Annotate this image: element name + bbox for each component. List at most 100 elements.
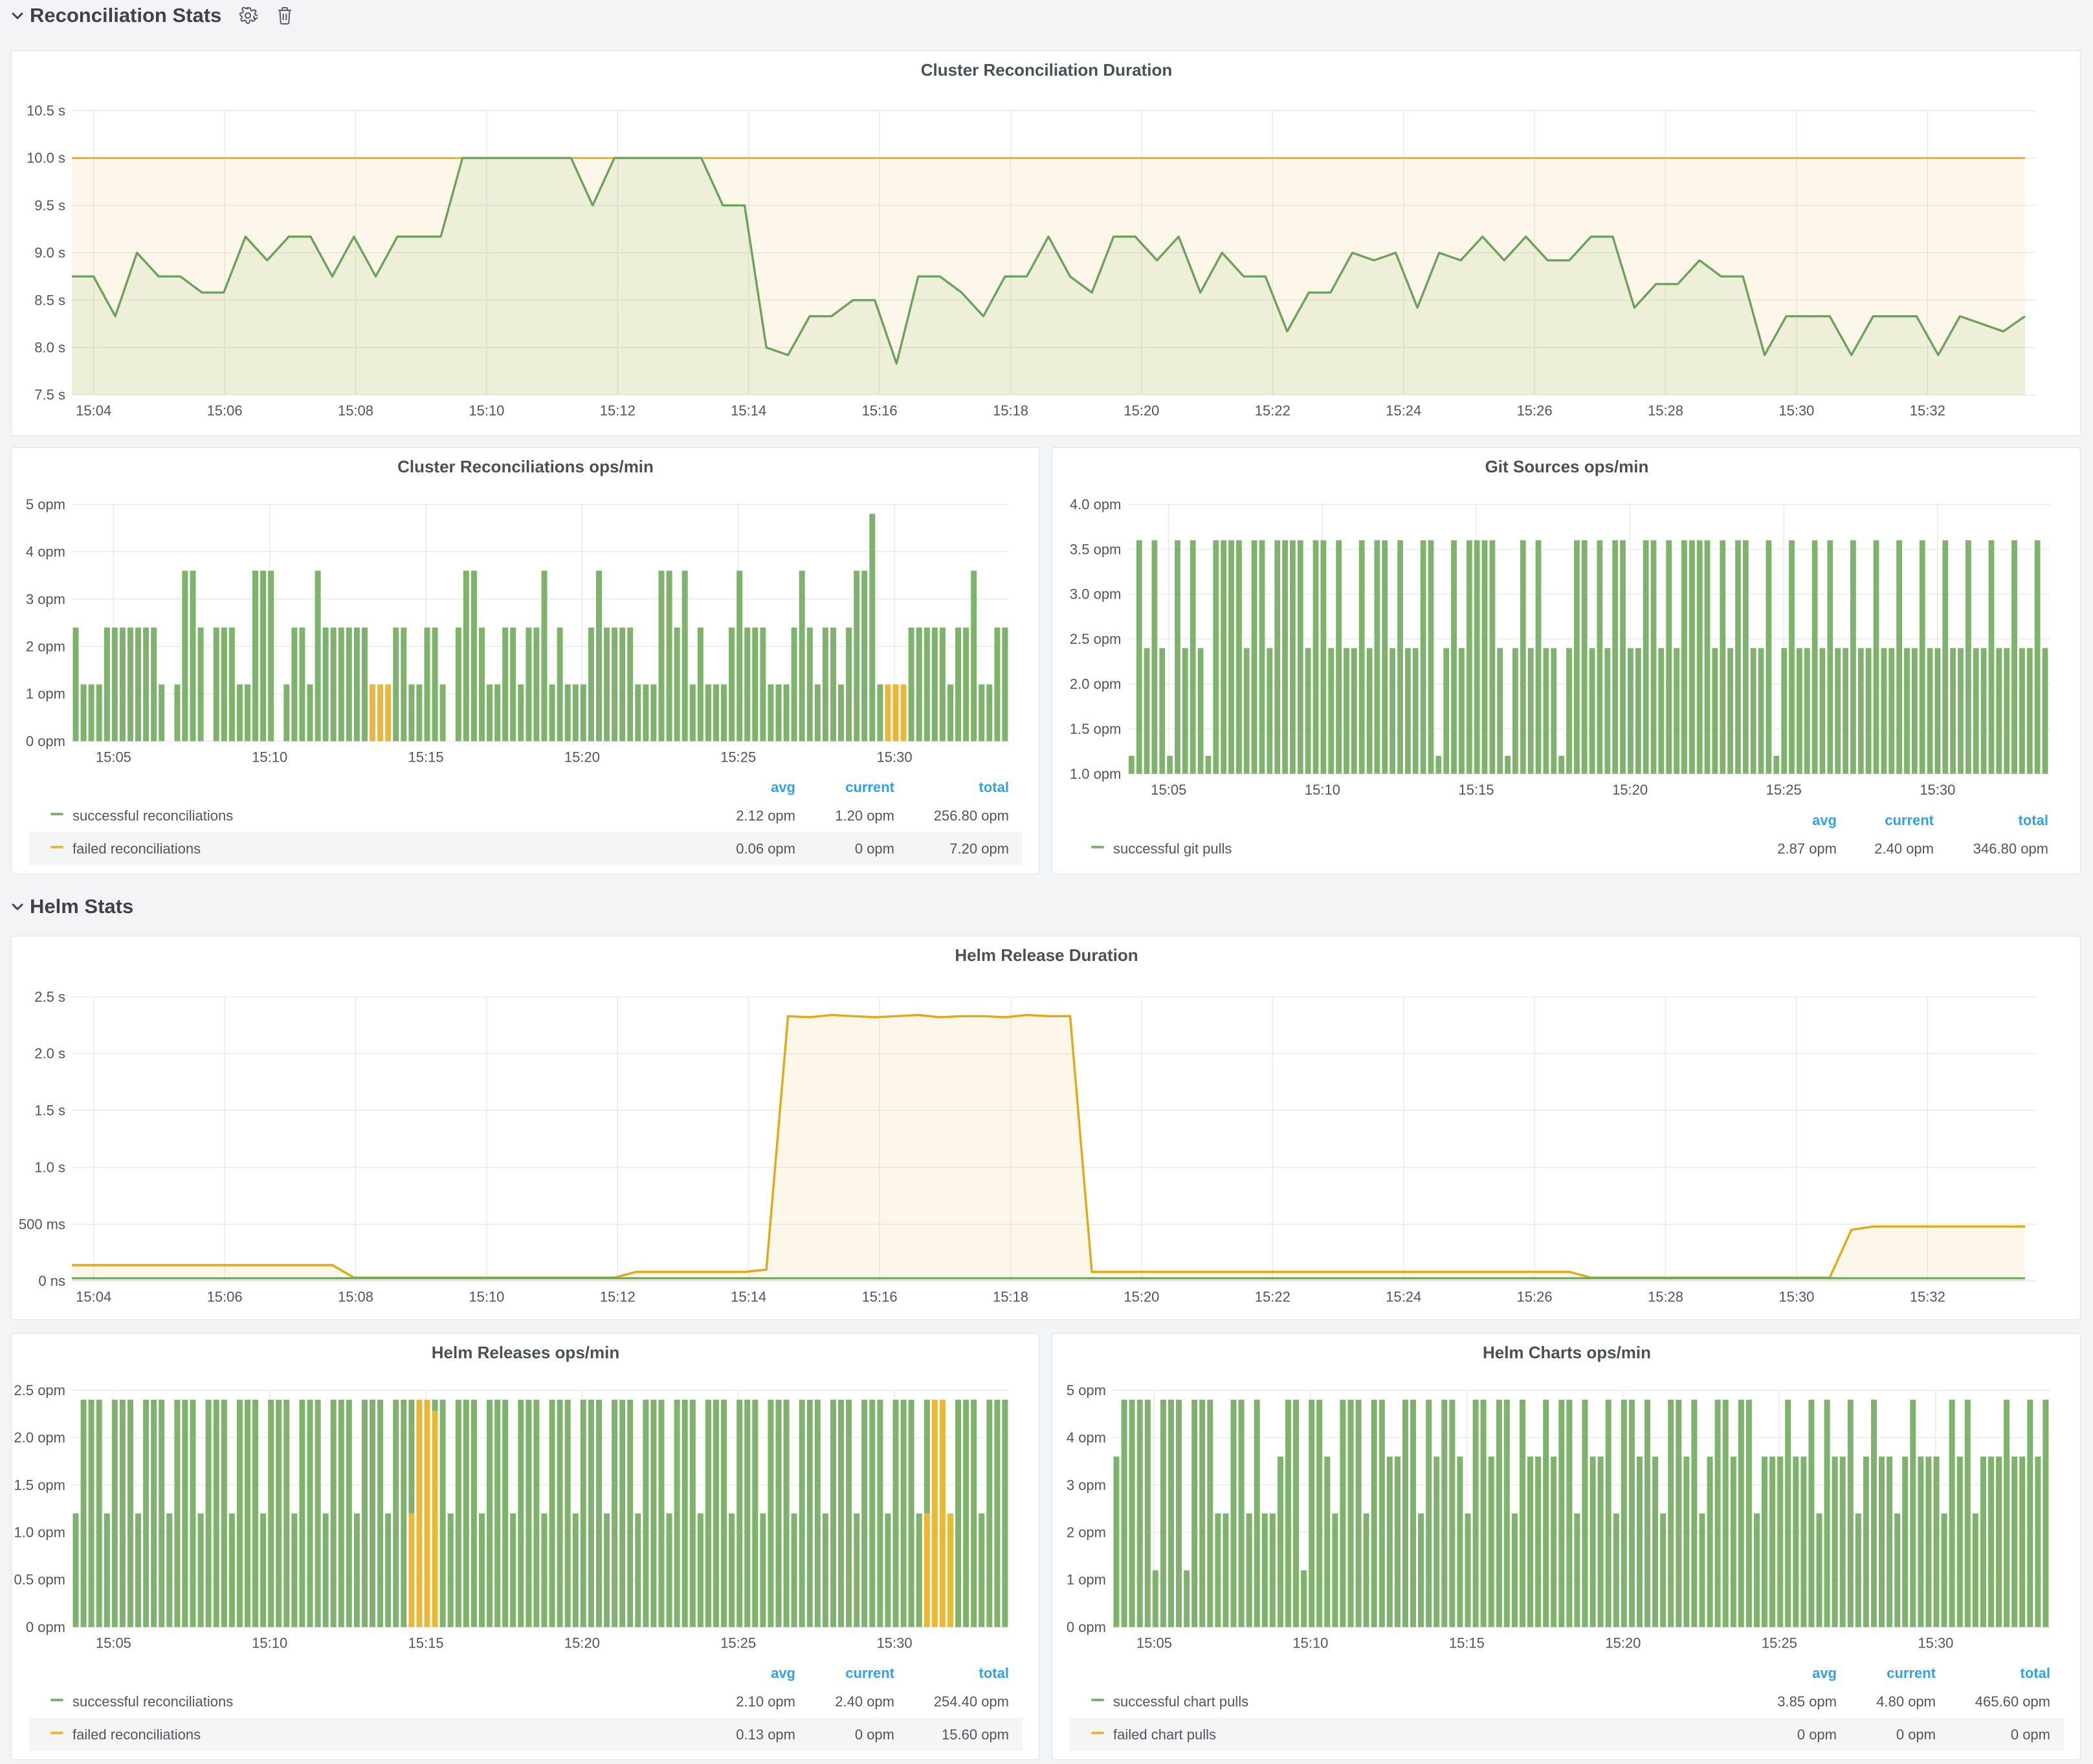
svg-text:successful reconciliations: successful reconciliations [72, 1693, 233, 1710]
svg-text:total: total [979, 1665, 1009, 1681]
svg-text:15:22: 15:22 [1255, 1289, 1290, 1305]
svg-text:2.40 opm: 2.40 opm [835, 1693, 894, 1710]
svg-text:254.40 opm: 254.40 opm [934, 1693, 1009, 1710]
svg-text:Helm Releases ops/min: Helm Releases ops/min [432, 1343, 619, 1362]
svg-text:successful reconciliations: successful reconciliations [72, 808, 233, 824]
svg-text:10.5 s: 10.5 s [27, 103, 65, 119]
svg-text:4.80 opm: 4.80 opm [1876, 1693, 1936, 1710]
svg-text:total: total [979, 779, 1009, 795]
svg-text:9.5 s: 9.5 s [34, 197, 65, 214]
svg-text:7.20 opm: 7.20 opm [949, 841, 1009, 857]
svg-text:15:30: 15:30 [1778, 402, 1814, 419]
svg-text:15:05: 15:05 [1151, 782, 1186, 798]
svg-text:15:12: 15:12 [600, 402, 636, 419]
svg-text:1.20 opm: 1.20 opm [835, 808, 894, 824]
svg-text:0 opm: 0 opm [1797, 1726, 1837, 1743]
svg-text:avg: avg [1812, 1665, 1837, 1681]
svg-text:0 opm: 0 opm [2011, 1726, 2050, 1743]
svg-text:15:15: 15:15 [408, 1635, 444, 1651]
svg-text:2 opm: 2 opm [1067, 1525, 1106, 1541]
svg-text:0 opm: 0 opm [1067, 1619, 1106, 1635]
svg-text:Git Sources ops/min: Git Sources ops/min [1485, 457, 1649, 476]
svg-text:15:10: 15:10 [1292, 1635, 1328, 1651]
svg-text:1.0 opm: 1.0 opm [14, 1525, 66, 1541]
svg-text:0 opm: 0 opm [26, 733, 65, 749]
svg-text:15:10: 15:10 [469, 1289, 504, 1305]
svg-text:15:26: 15:26 [1517, 402, 1553, 419]
svg-text:15:20: 15:20 [1124, 402, 1159, 419]
svg-text:2.12 opm: 2.12 opm [736, 808, 795, 824]
svg-text:current: current [1885, 812, 1934, 828]
svg-text:total: total [2019, 812, 2048, 828]
svg-text:0 opm: 0 opm [1896, 1726, 1936, 1743]
svg-text:1.5 s: 1.5 s [34, 1103, 65, 1119]
svg-text:Helm Charts ops/min: Helm Charts ops/min [1483, 1343, 1651, 1362]
svg-text:2.0 opm: 2.0 opm [14, 1429, 66, 1446]
svg-text:3.5 opm: 3.5 opm [1070, 541, 1122, 557]
svg-text:failed chart pulls: failed chart pulls [1113, 1726, 1216, 1743]
svg-text:successful git pulls: successful git pulls [1113, 841, 1232, 857]
svg-text:15:24: 15:24 [1386, 1289, 1421, 1305]
svg-text:256.80 opm: 256.80 opm [934, 808, 1009, 824]
svg-text:15:15: 15:15 [1458, 782, 1494, 798]
svg-text:Cluster Reconciliation Duratio: Cluster Reconciliation Duration [921, 60, 1173, 80]
svg-text:0.06 opm: 0.06 opm [736, 841, 795, 857]
svg-text:15:12: 15:12 [600, 1289, 636, 1305]
svg-text:7.5 s: 7.5 s [34, 387, 65, 403]
svg-text:successful chart pulls: successful chart pulls [1113, 1693, 1248, 1710]
svg-text:failed reconciliations: failed reconciliations [72, 841, 201, 857]
svg-text:2.10 opm: 2.10 opm [736, 1693, 795, 1710]
svg-text:0 opm: 0 opm [855, 1726, 894, 1743]
svg-text:4.0 opm: 4.0 opm [1070, 496, 1122, 513]
svg-text:15:25: 15:25 [720, 749, 756, 765]
svg-text:current: current [845, 779, 894, 795]
svg-text:465.60 opm: 465.60 opm [1975, 1693, 2050, 1710]
svg-text:5 opm: 5 opm [26, 496, 65, 513]
svg-text:0 opm: 0 opm [855, 841, 894, 857]
svg-text:15:04: 15:04 [76, 402, 111, 419]
svg-text:15:20: 15:20 [564, 1635, 600, 1651]
svg-text:15:10: 15:10 [252, 749, 287, 765]
svg-text:4 opm: 4 opm [1067, 1429, 1106, 1446]
svg-text:15:25: 15:25 [720, 1635, 756, 1651]
svg-text:avg: avg [771, 1665, 795, 1681]
svg-text:15:16: 15:16 [862, 1289, 898, 1305]
svg-text:15:30: 15:30 [877, 749, 913, 765]
svg-text:15:20: 15:20 [1124, 1289, 1159, 1305]
svg-text:15:08: 15:08 [338, 402, 373, 419]
svg-text:3.85 opm: 3.85 opm [1777, 1693, 1837, 1710]
svg-text:0 opm: 0 opm [26, 1619, 65, 1635]
svg-text:15:10: 15:10 [469, 402, 504, 419]
svg-text:current: current [1887, 1665, 1936, 1681]
svg-text:15:24: 15:24 [1386, 402, 1421, 419]
svg-text:15:32: 15:32 [1910, 402, 1945, 419]
svg-text:1.5 opm: 1.5 opm [1070, 721, 1122, 737]
svg-text:15:25: 15:25 [1762, 1635, 1797, 1651]
svg-text:1.0 s: 1.0 s [34, 1159, 65, 1175]
svg-text:3.0 opm: 3.0 opm [1070, 586, 1122, 602]
svg-text:0.5 opm: 0.5 opm [14, 1572, 66, 1588]
svg-text:15:28: 15:28 [1648, 1289, 1683, 1305]
svg-text:15:20: 15:20 [564, 749, 600, 765]
svg-text:15:14: 15:14 [731, 1289, 766, 1305]
svg-text:2.0 opm: 2.0 opm [1070, 676, 1122, 692]
svg-text:1 opm: 1 opm [1067, 1572, 1106, 1588]
svg-text:4 opm: 4 opm [26, 544, 65, 560]
svg-text:Cluster Reconciliations ops/mi: Cluster Reconciliations ops/min [397, 457, 654, 476]
svg-text:15:06: 15:06 [207, 1289, 243, 1305]
svg-text:15:30: 15:30 [1778, 1289, 1814, 1305]
svg-text:15:30: 15:30 [1920, 782, 1955, 798]
svg-text:15:26: 15:26 [1517, 1289, 1553, 1305]
svg-text:9.0 s: 9.0 s [34, 245, 65, 261]
svg-text:15:05: 15:05 [1136, 1635, 1172, 1651]
svg-text:0.13 opm: 0.13 opm [736, 1726, 795, 1743]
svg-text:avg: avg [1812, 812, 1837, 828]
svg-text:15:15: 15:15 [1449, 1635, 1485, 1651]
svg-text:5 opm: 5 opm [1067, 1382, 1106, 1398]
svg-text:15:10: 15:10 [1305, 782, 1340, 798]
svg-text:15:25: 15:25 [1766, 782, 1802, 798]
svg-text:15:30: 15:30 [877, 1635, 913, 1651]
svg-text:15:06: 15:06 [207, 402, 243, 419]
svg-text:2.87 opm: 2.87 opm [1777, 841, 1837, 857]
svg-text:current: current [845, 1665, 894, 1681]
